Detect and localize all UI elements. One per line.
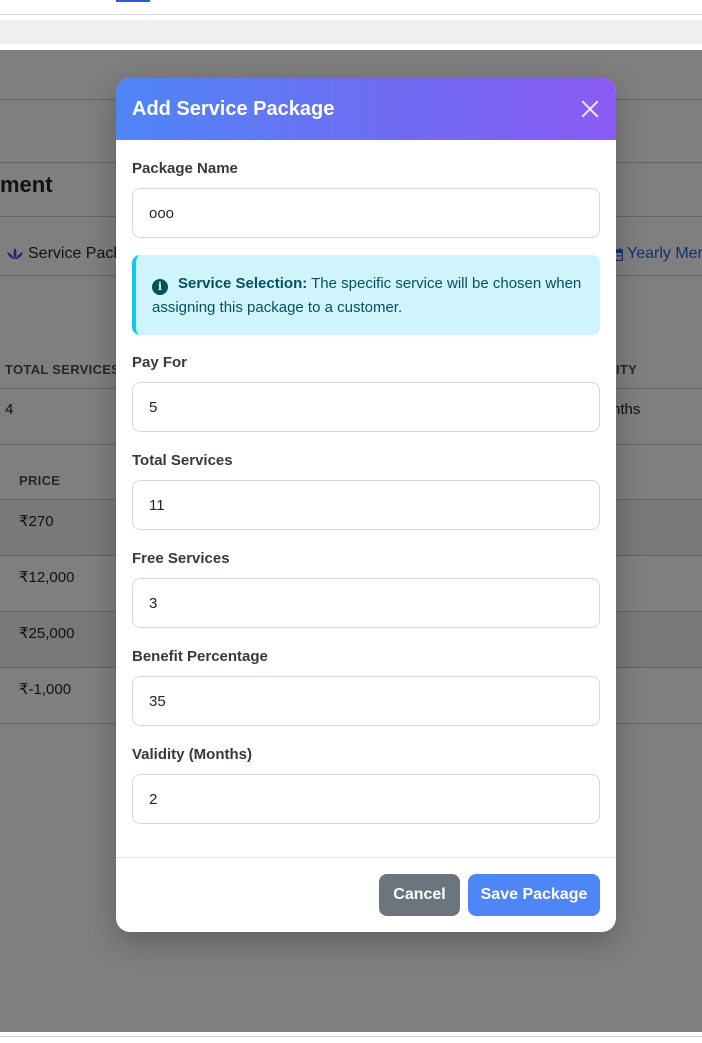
modal-footer: Cancel Save Package: [116, 857, 616, 932]
free-services-input[interactable]: [132, 578, 600, 628]
package-name-group: Package Name: [132, 160, 600, 238]
package-name-label: Package Name: [132, 160, 238, 177]
benefit-percentage-group: Benefit Percentage: [132, 648, 600, 726]
modal-header: Add Service Package: [116, 78, 616, 140]
subheader-strip: [0, 20, 702, 44]
modal-title: Add Service Package: [132, 97, 335, 120]
divider: [0, 1036, 702, 1037]
close-icon[interactable]: [578, 97, 602, 121]
benefit-percentage-input[interactable]: [132, 676, 600, 726]
validity-months-input[interactable]: [132, 774, 600, 824]
save-package-button[interactable]: Save Package: [468, 874, 600, 916]
total-services-input[interactable]: [132, 480, 600, 530]
pay-for-input[interactable]: [132, 382, 600, 432]
benefit-percentage-label: Benefit Percentage: [132, 648, 268, 665]
total-services-label: Total Services: [132, 452, 233, 469]
alert-title: Service Selection:: [178, 275, 308, 292]
brand-fragment: [116, 0, 150, 2]
pay-for-group: Pay For: [132, 354, 600, 432]
top-navbar: [0, 0, 702, 15]
validity-months-group: Validity (Months): [132, 746, 600, 824]
service-selection-alert: i Service Selection: The specific service…: [132, 255, 600, 335]
validity-months-label: Validity (Months): [132, 746, 252, 763]
total-services-group: Total Services: [132, 452, 600, 530]
cancel-button[interactable]: Cancel: [379, 874, 460, 916]
free-services-label: Free Services: [132, 550, 230, 567]
info-icon: i: [152, 279, 168, 295]
add-service-package-modal: Add Service Package Package Name i Servic…: [116, 78, 616, 932]
free-services-group: Free Services: [132, 550, 600, 628]
package-name-input[interactable]: [132, 188, 600, 238]
pay-for-label: Pay For: [132, 354, 188, 371]
